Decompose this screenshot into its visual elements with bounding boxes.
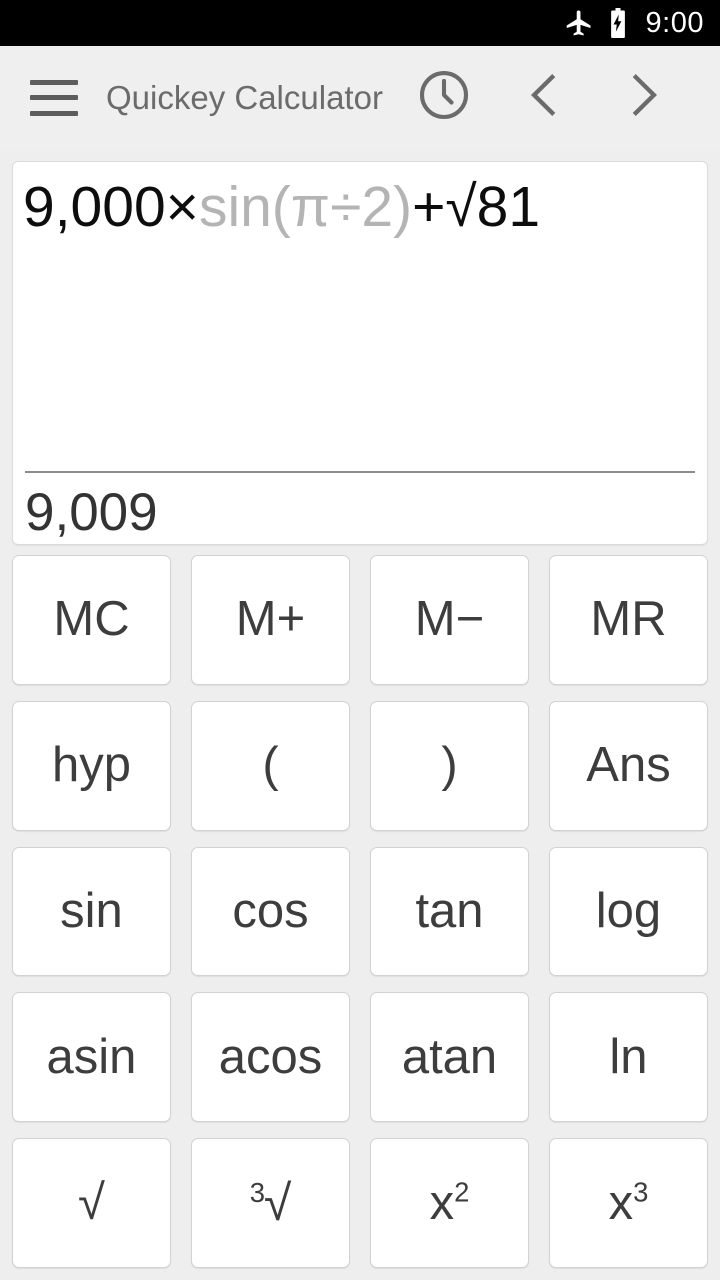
key-asin[interactable]: asin [12, 992, 171, 1123]
key-label: asin [46, 1029, 137, 1084]
chevron-left-icon [515, 66, 573, 129]
expression-segment: +√81 [412, 175, 541, 239]
calculator-app: 9:00 Quickey Calculator 9,000×sin(π÷2)+√… [0, 0, 720, 1280]
clock-history-icon [415, 66, 473, 129]
expression-text: 9,000×sin(π÷2)+√81 [23, 168, 697, 471]
key-open-paren[interactable]: ( [191, 700, 350, 831]
chevron-right-icon [615, 66, 673, 129]
key-tan[interactable]: tan [370, 846, 529, 977]
key-ans[interactable]: Ans [549, 700, 708, 831]
page-title: Quickey Calculator [106, 78, 383, 116]
hamburger-line [30, 95, 78, 100]
key-hyp[interactable]: hyp [12, 700, 171, 831]
key-square-root[interactable]: √ [12, 1138, 171, 1268]
keypad-row: asin acos atan ln [12, 992, 708, 1123]
key-memory-clear[interactable]: MC [12, 555, 171, 685]
key-label: M− [414, 592, 485, 647]
history-button[interactable] [405, 59, 483, 137]
key-label: x2 [429, 1175, 470, 1230]
key-label: MR [590, 592, 667, 647]
display-card[interactable]: 9,000×sin(π÷2)+√81 9,009 [12, 161, 708, 545]
status-icons: 9:00 [564, 7, 704, 40]
key-label: 3√ [249, 1174, 292, 1231]
hamburger-menu-icon[interactable] [30, 79, 78, 116]
expression-segment: 9,000× [23, 175, 199, 239]
result-text: 9,009 [25, 483, 158, 543]
key-label: ) [441, 738, 458, 793]
key-label: Ans [586, 738, 671, 793]
status-clock-time: 9:00 [645, 6, 704, 39]
key-label: tan [415, 883, 484, 938]
key-memory-recall[interactable]: MR [549, 555, 708, 685]
key-close-paren[interactable]: ) [370, 700, 529, 831]
key-acos[interactable]: acos [191, 992, 350, 1123]
key-label: MC [53, 592, 130, 647]
next-button[interactable] [605, 59, 683, 137]
key-label: M+ [235, 592, 306, 647]
key-label: sin [60, 883, 123, 938]
key-sin[interactable]: sin [12, 846, 171, 977]
key-label: cos [232, 883, 309, 938]
hamburger-line [30, 79, 78, 85]
key-cube-root[interactable]: 3√ [191, 1138, 350, 1268]
expression-segment: sin(π÷2) [198, 175, 413, 239]
keypad-row: MC M+ M− MR [12, 555, 708, 685]
key-x-cubed[interactable]: x3 [549, 1138, 708, 1268]
key-label: ln [609, 1029, 648, 1084]
previous-button[interactable] [505, 59, 583, 137]
status-bar: 9:00 [0, 0, 720, 46]
airplane-mode-icon [564, 8, 594, 38]
display-area: 9,000×sin(π÷2)+√81 9,009 [0, 149, 720, 545]
key-memory-subtract[interactable]: M− [370, 555, 529, 685]
keypad-row: hyp () Ans [12, 700, 708, 831]
keypad-row: √ 3√ x2 x3 [12, 1138, 708, 1268]
key-log[interactable]: log [549, 846, 708, 977]
key-x-squared[interactable]: x2 [370, 1138, 529, 1268]
key-label: x3 [608, 1175, 649, 1230]
key-atan[interactable]: atan [370, 992, 529, 1123]
hamburger-line [30, 110, 78, 116]
battery-charging-icon [608, 8, 628, 38]
key-label: atan [401, 1029, 498, 1084]
key-ln[interactable]: ln [549, 992, 708, 1123]
key-label: √ [78, 1175, 105, 1230]
key-label: acos [218, 1029, 323, 1084]
keypad-row: sin cos tan log [12, 846, 708, 977]
app-toolbar: Quickey Calculator [0, 46, 720, 149]
key-cos[interactable]: cos [191, 846, 350, 977]
key-label: log [595, 883, 662, 938]
key-label: hyp [51, 738, 131, 793]
toolbar-actions [405, 59, 720, 137]
key-memory-add[interactable]: M+ [191, 555, 350, 685]
key-label: ( [262, 738, 279, 793]
keypad: MC M+ M− MR hyp () Ans sin cos tan log asin acos atan… [0, 545, 720, 1280]
